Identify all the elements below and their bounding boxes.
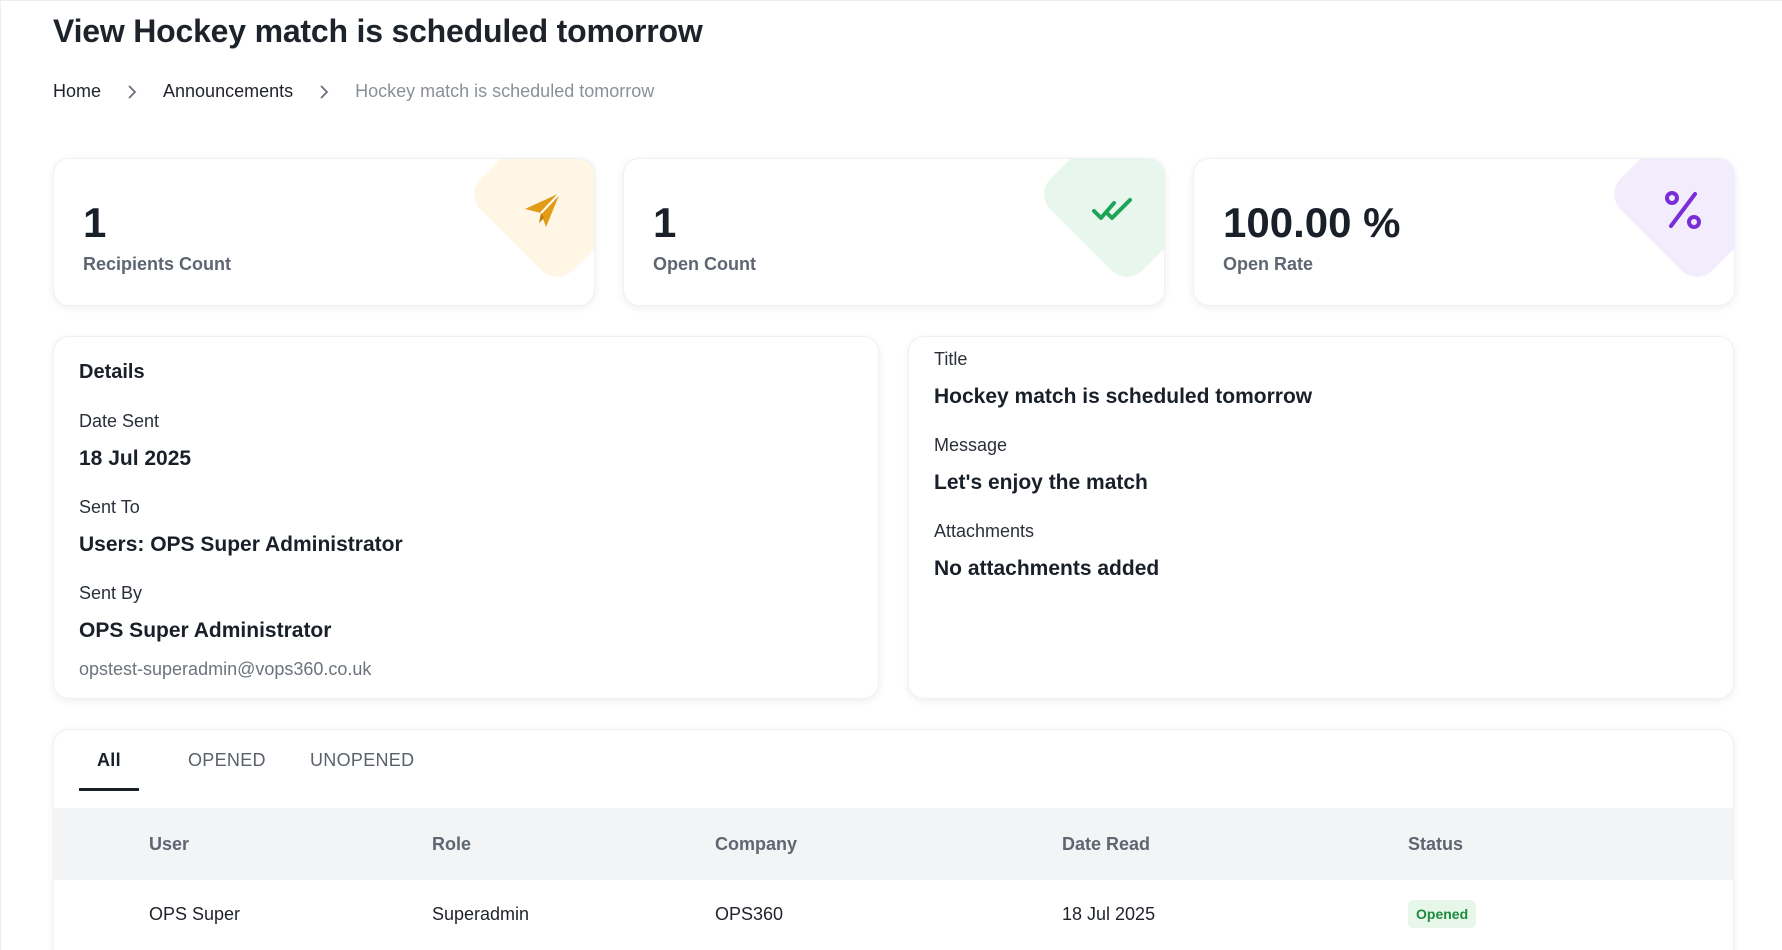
tab-unopened[interactable]: UNOPENED bbox=[310, 750, 414, 771]
chevron-right-icon bbox=[101, 81, 163, 102]
page: View Hockey match is scheduled tomorrow … bbox=[0, 0, 1782, 950]
content-card: Title Hockey match is scheduled tomorrow… bbox=[908, 336, 1734, 699]
paper-plane-icon bbox=[520, 187, 566, 233]
sent-to-value: Users: OPS Super Administrator bbox=[79, 533, 403, 556]
column-header-company[interactable]: Company bbox=[715, 834, 797, 855]
details-card: Details Date Sent 18 Jul 2025 Sent To Us… bbox=[53, 336, 879, 699]
breadcrumb-home[interactable]: Home bbox=[53, 81, 101, 102]
message-label: Message bbox=[934, 435, 1008, 455]
percent-icon bbox=[1660, 187, 1706, 233]
attachments-label: Attachments bbox=[934, 521, 1035, 541]
breadcrumb-current: Hockey match is scheduled tomorrow bbox=[355, 81, 655, 101]
status-badge: Opened bbox=[1408, 900, 1477, 928]
recipients-table-card: All OPENED UNOPENED User Role Company Da… bbox=[53, 729, 1734, 950]
sent-by-email: opstest-superadmin@vops360.co.uk bbox=[79, 659, 372, 679]
chevron-right-icon bbox=[293, 81, 355, 102]
page-title: View Hockey match is scheduled tomorrow bbox=[53, 13, 703, 49]
open-count-card: 1 Open Count bbox=[623, 158, 1165, 306]
open-count-value: 1 bbox=[653, 199, 677, 246]
sent-by-label: Sent By bbox=[79, 583, 143, 603]
attachments-value: No attachments added bbox=[934, 557, 1160, 580]
sent-to-label: Sent To bbox=[79, 497, 140, 517]
sent-by-value: OPS Super Administrator bbox=[79, 619, 332, 642]
table-row[interactable]: OPS Super Superadmin OPS360 18 Jul 2025 … bbox=[54, 880, 1733, 950]
column-header-status[interactable]: Status bbox=[1408, 834, 1463, 855]
breadcrumb: Home Announcements Hockey match is sched… bbox=[53, 81, 654, 102]
recipients-count-label: Recipients Count bbox=[83, 254, 232, 274]
column-header-date-read[interactable]: Date Read bbox=[1062, 834, 1150, 855]
tab-opened[interactable]: OPENED bbox=[188, 750, 266, 771]
cell-user: OPS Super bbox=[149, 904, 241, 924]
table-header: User Role Company Date Read Status bbox=[54, 808, 1733, 880]
recipients-count-value: 1 bbox=[83, 199, 107, 246]
tab-all[interactable]: All bbox=[97, 750, 121, 771]
open-rate-card: 100.00 % Open Rate bbox=[1193, 158, 1735, 306]
recipients-count-card: 1 Recipients Count bbox=[53, 158, 595, 306]
open-rate-value: 100.00 % bbox=[1223, 199, 1401, 246]
title-value: Hockey match is scheduled tomorrow bbox=[934, 385, 1313, 408]
cell-date-read: 18 Jul 2025 bbox=[1062, 904, 1156, 924]
breadcrumb-announcements[interactable]: Announcements bbox=[163, 81, 293, 102]
double-check-icon bbox=[1090, 187, 1136, 233]
cell-role: Superadmin bbox=[432, 904, 530, 924]
column-header-role[interactable]: Role bbox=[432, 834, 471, 855]
date-sent-label: Date Sent bbox=[79, 411, 160, 431]
active-tab-indicator bbox=[79, 788, 139, 791]
column-header-user[interactable]: User bbox=[149, 834, 189, 855]
title-label: Title bbox=[934, 349, 968, 369]
open-count-label: Open Count bbox=[653, 254, 756, 274]
date-sent-value: 18 Jul 2025 bbox=[79, 447, 192, 470]
details-heading: Details bbox=[79, 361, 145, 383]
open-rate-label: Open Rate bbox=[1223, 254, 1314, 274]
cell-company: OPS360 bbox=[715, 904, 784, 924]
message-value: Let's enjoy the match bbox=[934, 471, 1148, 494]
